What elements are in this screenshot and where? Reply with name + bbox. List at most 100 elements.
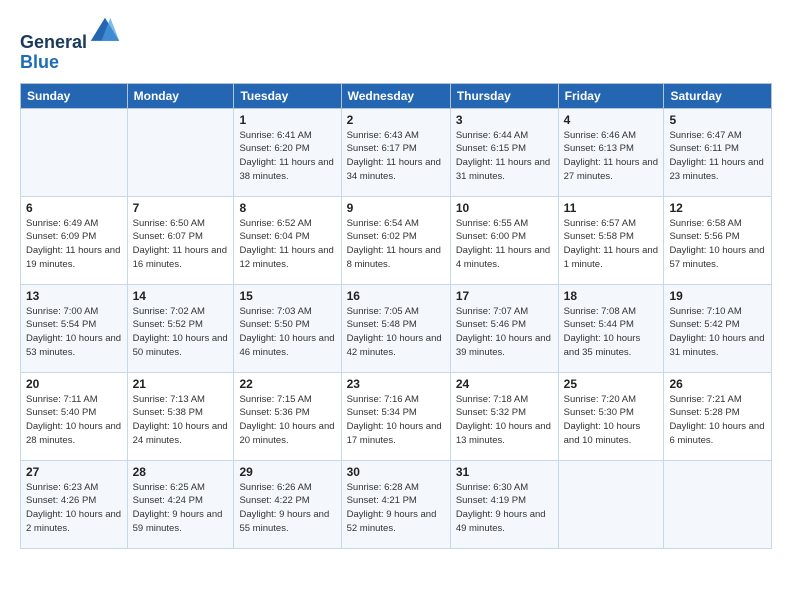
header: General Blue [20,16,772,73]
day-info: Sunrise: 7:02 AM Sunset: 5:52 PM Dayligh… [133,305,229,360]
calendar-week-3: 13 Sunrise: 7:00 AM Sunset: 5:54 PM Dayli… [21,284,772,372]
calendar-cell: 6 Sunrise: 6:49 AM Sunset: 6:09 PM Daylig… [21,196,128,284]
day-info: Sunrise: 7:15 AM Sunset: 5:36 PM Dayligh… [239,393,335,448]
day-info: Sunrise: 7:10 AM Sunset: 5:42 PM Dayligh… [669,305,766,360]
day-number: 12 [669,201,766,215]
day-number: 16 [347,289,445,303]
calendar-cell: 19 Sunrise: 7:10 AM Sunset: 5:42 PM Dayli… [664,284,772,372]
day-number: 10 [456,201,553,215]
calendar-week-1: 1Sunrise: 6:41 AM Sunset: 6:20 PM Daylig… [21,108,772,196]
calendar-cell: 3Sunrise: 6:44 AM Sunset: 6:15 PM Daylig… [450,108,558,196]
day-info: Sunrise: 6:25 AM Sunset: 4:24 PM Dayligh… [133,481,229,536]
day-info: Sunrise: 7:13 AM Sunset: 5:38 PM Dayligh… [133,393,229,448]
calendar-week-2: 6 Sunrise: 6:49 AM Sunset: 6:09 PM Daylig… [21,196,772,284]
calendar-cell: 20 Sunrise: 7:11 AM Sunset: 5:40 PM Dayli… [21,372,128,460]
day-info: Sunrise: 7:18 AM Sunset: 5:32 PM Dayligh… [456,393,553,448]
day-info: Sunrise: 6:58 AM Sunset: 5:56 PM Dayligh… [669,217,766,272]
day-info: Sunrise: 6:57 AM Sunset: 5:58 PM Dayligh… [564,217,659,272]
calendar-cell: 5 Sunrise: 6:47 AM Sunset: 6:11 PM Daylig… [664,108,772,196]
day-info: Sunrise: 6:30 AM Sunset: 4:19 PM Dayligh… [456,481,553,536]
day-number: 11 [564,201,659,215]
calendar-cell: 8 Sunrise: 6:52 AM Sunset: 6:04 PM Daylig… [234,196,341,284]
day-info: Sunrise: 6:49 AM Sunset: 6:09 PM Dayligh… [26,217,122,272]
day-number: 15 [239,289,335,303]
day-number: 22 [239,377,335,391]
calendar-cell [127,108,234,196]
day-number: 14 [133,289,229,303]
day-info: Sunrise: 6:52 AM Sunset: 6:04 PM Dayligh… [239,217,335,272]
calendar-cell: 25Sunrise: 7:20 AM Sunset: 5:30 PM Dayli… [558,372,664,460]
day-info: Sunrise: 6:43 AM Sunset: 6:17 PM Dayligh… [347,129,445,184]
day-number: 24 [456,377,553,391]
calendar-week-4: 20 Sunrise: 7:11 AM Sunset: 5:40 PM Dayli… [21,372,772,460]
day-number: 19 [669,289,766,303]
day-info: Sunrise: 6:28 AM Sunset: 4:21 PM Dayligh… [347,481,445,536]
day-number: 27 [26,465,122,479]
day-number: 9 [347,201,445,215]
day-number: 20 [26,377,122,391]
logo-blue: Blue [20,53,121,73]
day-number: 17 [456,289,553,303]
day-number: 25 [564,377,659,391]
day-info: Sunrise: 7:11 AM Sunset: 5:40 PM Dayligh… [26,393,122,448]
calendar-week-5: 27 Sunrise: 6:23 AM Sunset: 4:26 PM Dayli… [21,460,772,548]
day-number: 8 [239,201,335,215]
day-info: Sunrise: 6:23 AM Sunset: 4:26 PM Dayligh… [26,481,122,536]
calendar-body: 1Sunrise: 6:41 AM Sunset: 6:20 PM Daylig… [21,108,772,548]
calendar-table: SundayMondayTuesdayWednesdayThursdayFrid… [20,83,772,549]
calendar-cell: 21 Sunrise: 7:13 AM Sunset: 5:38 PM Dayli… [127,372,234,460]
day-number: 1 [239,113,335,127]
day-info: Sunrise: 7:07 AM Sunset: 5:46 PM Dayligh… [456,305,553,360]
calendar-cell: 2 Sunrise: 6:43 AM Sunset: 6:17 PM Daylig… [341,108,450,196]
calendar-cell: 15Sunrise: 7:03 AM Sunset: 5:50 PM Dayli… [234,284,341,372]
calendar-cell [21,108,128,196]
day-number: 6 [26,201,122,215]
calendar-cell: 16 Sunrise: 7:05 AM Sunset: 5:48 PM Dayli… [341,284,450,372]
day-info: Sunrise: 6:50 AM Sunset: 6:07 PM Dayligh… [133,217,229,272]
calendar-cell: 24 Sunrise: 7:18 AM Sunset: 5:32 PM Dayli… [450,372,558,460]
day-number: 30 [347,465,445,479]
calendar-cell: 29 Sunrise: 6:26 AM Sunset: 4:22 PM Dayli… [234,460,341,548]
weekday-header-monday: Monday [127,83,234,108]
weekday-header-thursday: Thursday [450,83,558,108]
day-number: 31 [456,465,553,479]
day-number: 28 [133,465,229,479]
calendar-cell: 22 Sunrise: 7:15 AM Sunset: 5:36 PM Dayli… [234,372,341,460]
day-info: Sunrise: 6:26 AM Sunset: 4:22 PM Dayligh… [239,481,335,536]
day-number: 26 [669,377,766,391]
day-info: Sunrise: 7:16 AM Sunset: 5:34 PM Dayligh… [347,393,445,448]
calendar-cell: 9 Sunrise: 6:54 AM Sunset: 6:02 PM Daylig… [341,196,450,284]
weekday-header-friday: Friday [558,83,664,108]
day-info: Sunrise: 7:08 AM Sunset: 5:44 PM Dayligh… [564,305,659,360]
day-number: 7 [133,201,229,215]
weekday-header-sunday: Sunday [21,83,128,108]
day-number: 13 [26,289,122,303]
calendar-cell: 18Sunrise: 7:08 AM Sunset: 5:44 PM Dayli… [558,284,664,372]
calendar-cell: 12 Sunrise: 6:58 AM Sunset: 5:56 PM Dayli… [664,196,772,284]
calendar-header: SundayMondayTuesdayWednesdayThursdayFrid… [21,83,772,108]
calendar-cell: 30 Sunrise: 6:28 AM Sunset: 4:21 PM Dayli… [341,460,450,548]
day-info: Sunrise: 6:47 AM Sunset: 6:11 PM Dayligh… [669,129,766,184]
calendar-cell [558,460,664,548]
calendar-cell: 10 Sunrise: 6:55 AM Sunset: 6:00 PM Dayli… [450,196,558,284]
day-info: Sunrise: 7:05 AM Sunset: 5:48 PM Dayligh… [347,305,445,360]
day-info: Sunrise: 6:55 AM Sunset: 6:00 PM Dayligh… [456,217,553,272]
calendar-cell: 17 Sunrise: 7:07 AM Sunset: 5:46 PM Dayli… [450,284,558,372]
weekday-header-wednesday: Wednesday [341,83,450,108]
day-number: 5 [669,113,766,127]
day-info: Sunrise: 6:54 AM Sunset: 6:02 PM Dayligh… [347,217,445,272]
day-number: 2 [347,113,445,127]
logo-icon [89,16,121,48]
calendar-cell: 11 Sunrise: 6:57 AM Sunset: 5:58 PM Dayli… [558,196,664,284]
weekday-row: SundayMondayTuesdayWednesdayThursdayFrid… [21,83,772,108]
calendar-cell: 28 Sunrise: 6:25 AM Sunset: 4:24 PM Dayli… [127,460,234,548]
day-number: 29 [239,465,335,479]
calendar-cell: 7 Sunrise: 6:50 AM Sunset: 6:07 PM Daylig… [127,196,234,284]
day-number: 21 [133,377,229,391]
logo-general: General [20,32,87,52]
calendar-cell: 26Sunrise: 7:21 AM Sunset: 5:28 PM Dayli… [664,372,772,460]
day-info: Sunrise: 7:00 AM Sunset: 5:54 PM Dayligh… [26,305,122,360]
calendar-cell: 27 Sunrise: 6:23 AM Sunset: 4:26 PM Dayli… [21,460,128,548]
weekday-header-tuesday: Tuesday [234,83,341,108]
calendar-cell [664,460,772,548]
